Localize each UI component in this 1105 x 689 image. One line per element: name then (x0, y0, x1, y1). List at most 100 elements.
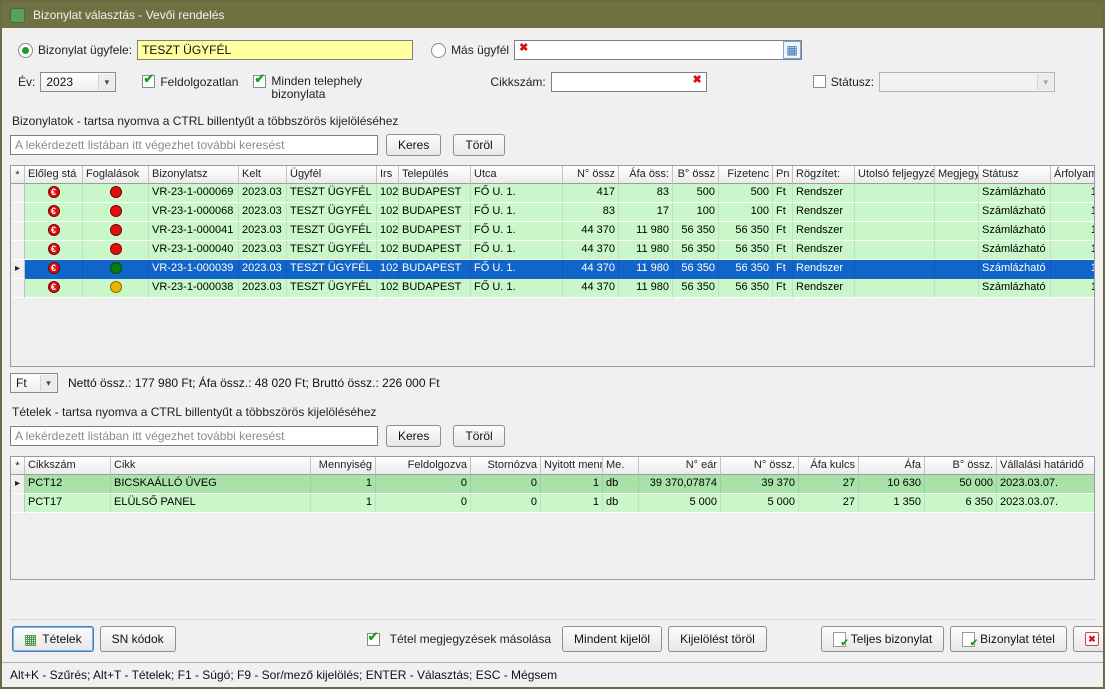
row-marker (11, 241, 25, 260)
client-input[interactable] (137, 40, 413, 60)
cancel-x-icon: ✖ (1085, 632, 1099, 646)
document-row[interactable]: €VR-23-1-0000402023.03TESZT ÜGYFÉL102BUD… (11, 241, 1094, 260)
column-header[interactable]: Nyitott menn (541, 457, 603, 475)
cell: BUDAPEST (399, 203, 471, 222)
column-header[interactable]: Bizonylatsz (149, 166, 239, 184)
column-header[interactable]: Me. (603, 457, 639, 475)
totals-text: Nettó össz.: 177 980 Ft; Áfa össz.: 48 0… (68, 376, 440, 390)
column-header[interactable]: * (11, 166, 25, 184)
copy-notes-checkbox[interactable]: ✔ (367, 633, 380, 646)
items-search-input[interactable] (10, 426, 378, 446)
client-radio[interactable] (18, 43, 33, 58)
column-header[interactable]: Település (399, 166, 471, 184)
column-header[interactable]: Kelt (239, 166, 287, 184)
all-sites-checkbox[interactable]: ✔ (253, 75, 266, 88)
document-row[interactable]: €VR-23-1-0000412023.03TESZT ÜGYFÉL102BUD… (11, 222, 1094, 241)
cell: 102 (377, 241, 399, 260)
column-header[interactable]: Pn (773, 166, 793, 184)
column-header[interactable]: Ügyfél (287, 166, 377, 184)
column-header[interactable]: Státusz (979, 166, 1051, 184)
column-header[interactable]: N° össz. (721, 457, 799, 475)
row-marker (11, 222, 25, 241)
column-header[interactable]: Árfolyam (1051, 166, 1095, 184)
items-table[interactable]: *CikkszámCikkMennyiségFeldolgozvaStornóz… (10, 456, 1095, 580)
cell: 56 350 (719, 279, 773, 298)
column-header[interactable]: Áfa öss: (619, 166, 673, 184)
document-row[interactable]: €VR-23-1-0000382023.03TESZT ÜGYFÉL102BUD… (11, 279, 1094, 298)
items-search-button[interactable]: Keres (386, 425, 441, 447)
full-document-button[interactable]: ✔ Teljes bizonylat (821, 626, 944, 652)
column-header[interactable]: Megjegy (935, 166, 979, 184)
cell: 2023.03 (239, 222, 287, 241)
column-header[interactable]: Foglalások (83, 166, 149, 184)
cell: Rendszer (793, 203, 855, 222)
column-header[interactable]: Cikkszám (25, 457, 111, 475)
column-header[interactable]: N° össz (563, 166, 619, 184)
column-header[interactable]: * (11, 457, 25, 475)
column-header[interactable]: Áfa kulcs (799, 457, 859, 475)
documents-table[interactable]: *Előleg stáFoglalásokBizonylatszKeltÜgyf… (10, 165, 1095, 367)
cancel-button[interactable]: ✖ Mégsem (1073, 626, 1103, 652)
document-row[interactable]: ▸€VR-23-1-0000392023.03TESZT ÜGYFÉL102BU… (11, 260, 1094, 279)
cell: 2023.03 (239, 184, 287, 203)
column-header[interactable]: B° össz (673, 166, 719, 184)
cell: 2023.03 (239, 279, 287, 298)
reservation-status-icon (110, 186, 122, 198)
column-header[interactable]: Feldolgozva (376, 457, 471, 475)
year-select[interactable]: 2023 ▾ (40, 72, 116, 92)
column-header[interactable]: Előleg stá (25, 166, 83, 184)
item-code-input[interactable] (551, 72, 707, 92)
column-header[interactable]: Utolsó feljegyzé (855, 166, 935, 184)
items-clear-button[interactable]: Töröl (453, 425, 504, 447)
status-select[interactable]: ▾ (879, 72, 1055, 92)
column-header[interactable]: Vállalási határidő (997, 457, 1095, 475)
cell (855, 222, 935, 241)
column-header[interactable]: Rögzítet: (793, 166, 855, 184)
other-client-radio[interactable] (431, 43, 446, 58)
cell: 500 (673, 184, 719, 203)
lookup-button[interactable]: ▦ (783, 41, 801, 59)
status-checkbox[interactable] (813, 75, 826, 88)
cell: VR-23-1-000040 (149, 241, 239, 260)
column-header[interactable]: Fizetenc (719, 166, 773, 184)
item-row[interactable]: ▸PCT12BICSKAÁLLÓ ÜVEG1001db39 370,078743… (11, 475, 1094, 494)
column-header[interactable]: Mennyiség (311, 457, 376, 475)
column-header[interactable]: Irs (377, 166, 399, 184)
clear-selection-button[interactable]: Kijelölést töröl (668, 626, 767, 652)
cell: FŐ U. 1. (471, 203, 563, 222)
tetelek-button[interactable]: ▦ Tételek (12, 626, 94, 652)
documents-search-button[interactable]: Keres (386, 134, 441, 156)
currency-select[interactable]: Ft ▾ (10, 373, 58, 393)
year-value: 2023 (46, 75, 73, 89)
other-client-input[interactable] (514, 40, 802, 60)
column-header[interactable]: Stornózva (471, 457, 541, 475)
column-header[interactable]: Cikk (111, 457, 311, 475)
document-row[interactable]: €VR-23-1-0000682023.03TESZT ÜGYFÉL102BUD… (11, 203, 1094, 222)
cell: 0 (471, 475, 541, 494)
app-icon (10, 8, 25, 23)
window-titlebar[interactable]: Bizonylat választás - Vevői rendelés (2, 2, 1103, 28)
column-header[interactable]: N° eár (639, 457, 721, 475)
cell (935, 279, 979, 298)
document-row[interactable]: €VR-23-1-0000692023.03TESZT ÜGYFÉL102BUD… (11, 184, 1094, 203)
cell: 1 (1051, 203, 1095, 222)
clear-x-icon[interactable]: ✖ (519, 43, 528, 54)
items-search-button-label: Keres (398, 429, 429, 443)
documents-search-input[interactable] (10, 135, 378, 155)
unprocessed-checkbox[interactable]: ✔ (142, 75, 155, 88)
clear-x-icon[interactable]: ✖ (693, 75, 702, 86)
column-header[interactable]: B° össz. (925, 457, 997, 475)
documents-clear-button[interactable]: Töröl (453, 134, 504, 156)
cell (83, 279, 149, 298)
cell: 1 (1051, 279, 1095, 298)
item-row[interactable]: PCT17ELÜLSŐ PANEL1001db5 0005 000271 350… (11, 494, 1094, 513)
copy-notes-group: ✔ Tétel megjegyzések másolása (367, 632, 556, 646)
sn-codes-button[interactable]: SN kódok (100, 626, 176, 652)
column-header[interactable]: Utca (471, 166, 563, 184)
select-all-button[interactable]: Mindent kijelöl (562, 626, 662, 652)
cell: Ft (773, 222, 793, 241)
items-search-row: Keres Töröl (10, 424, 1095, 448)
row-marker (11, 184, 25, 203)
column-header[interactable]: Áfa (859, 457, 925, 475)
document-item-button[interactable]: ✔ Bizonylat tétel (950, 626, 1067, 652)
